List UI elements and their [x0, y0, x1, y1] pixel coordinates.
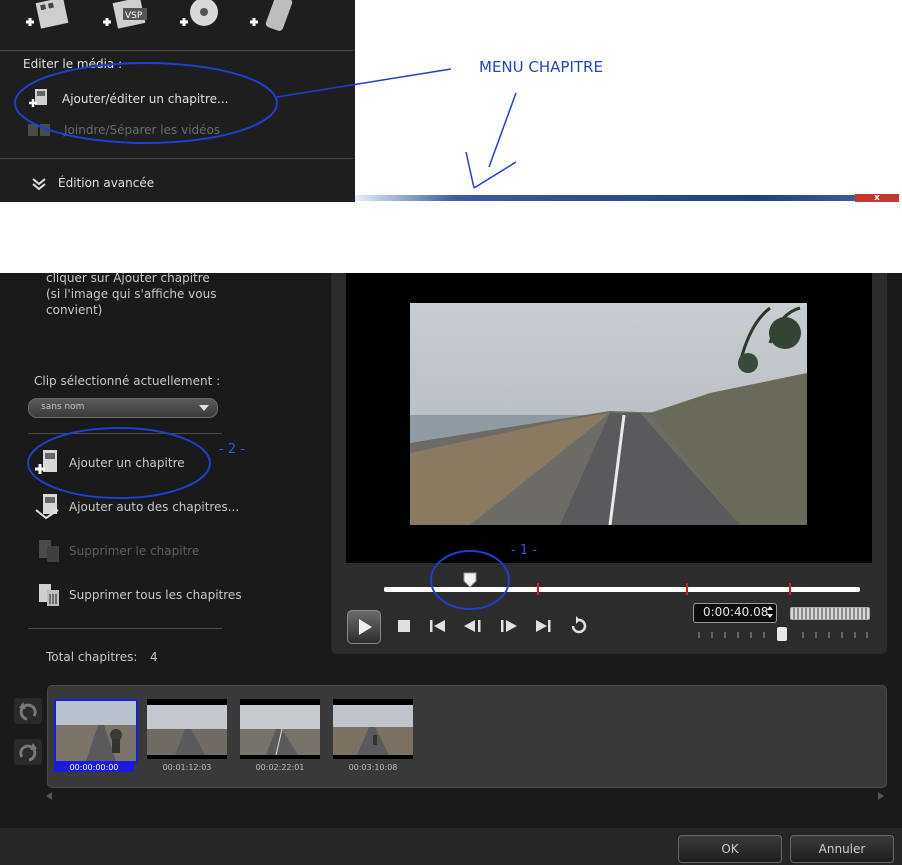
- menu-chapitre-annotation: MENU CHAPITRE: [479, 58, 603, 76]
- annotation-overlay-dialog: [27, 427, 510, 610]
- step-1-annotation: - 1 -: [511, 543, 537, 558]
- annotation-overlay-top: [14, 62, 517, 189]
- step-2-annotation: - 2 -: [219, 442, 245, 457]
